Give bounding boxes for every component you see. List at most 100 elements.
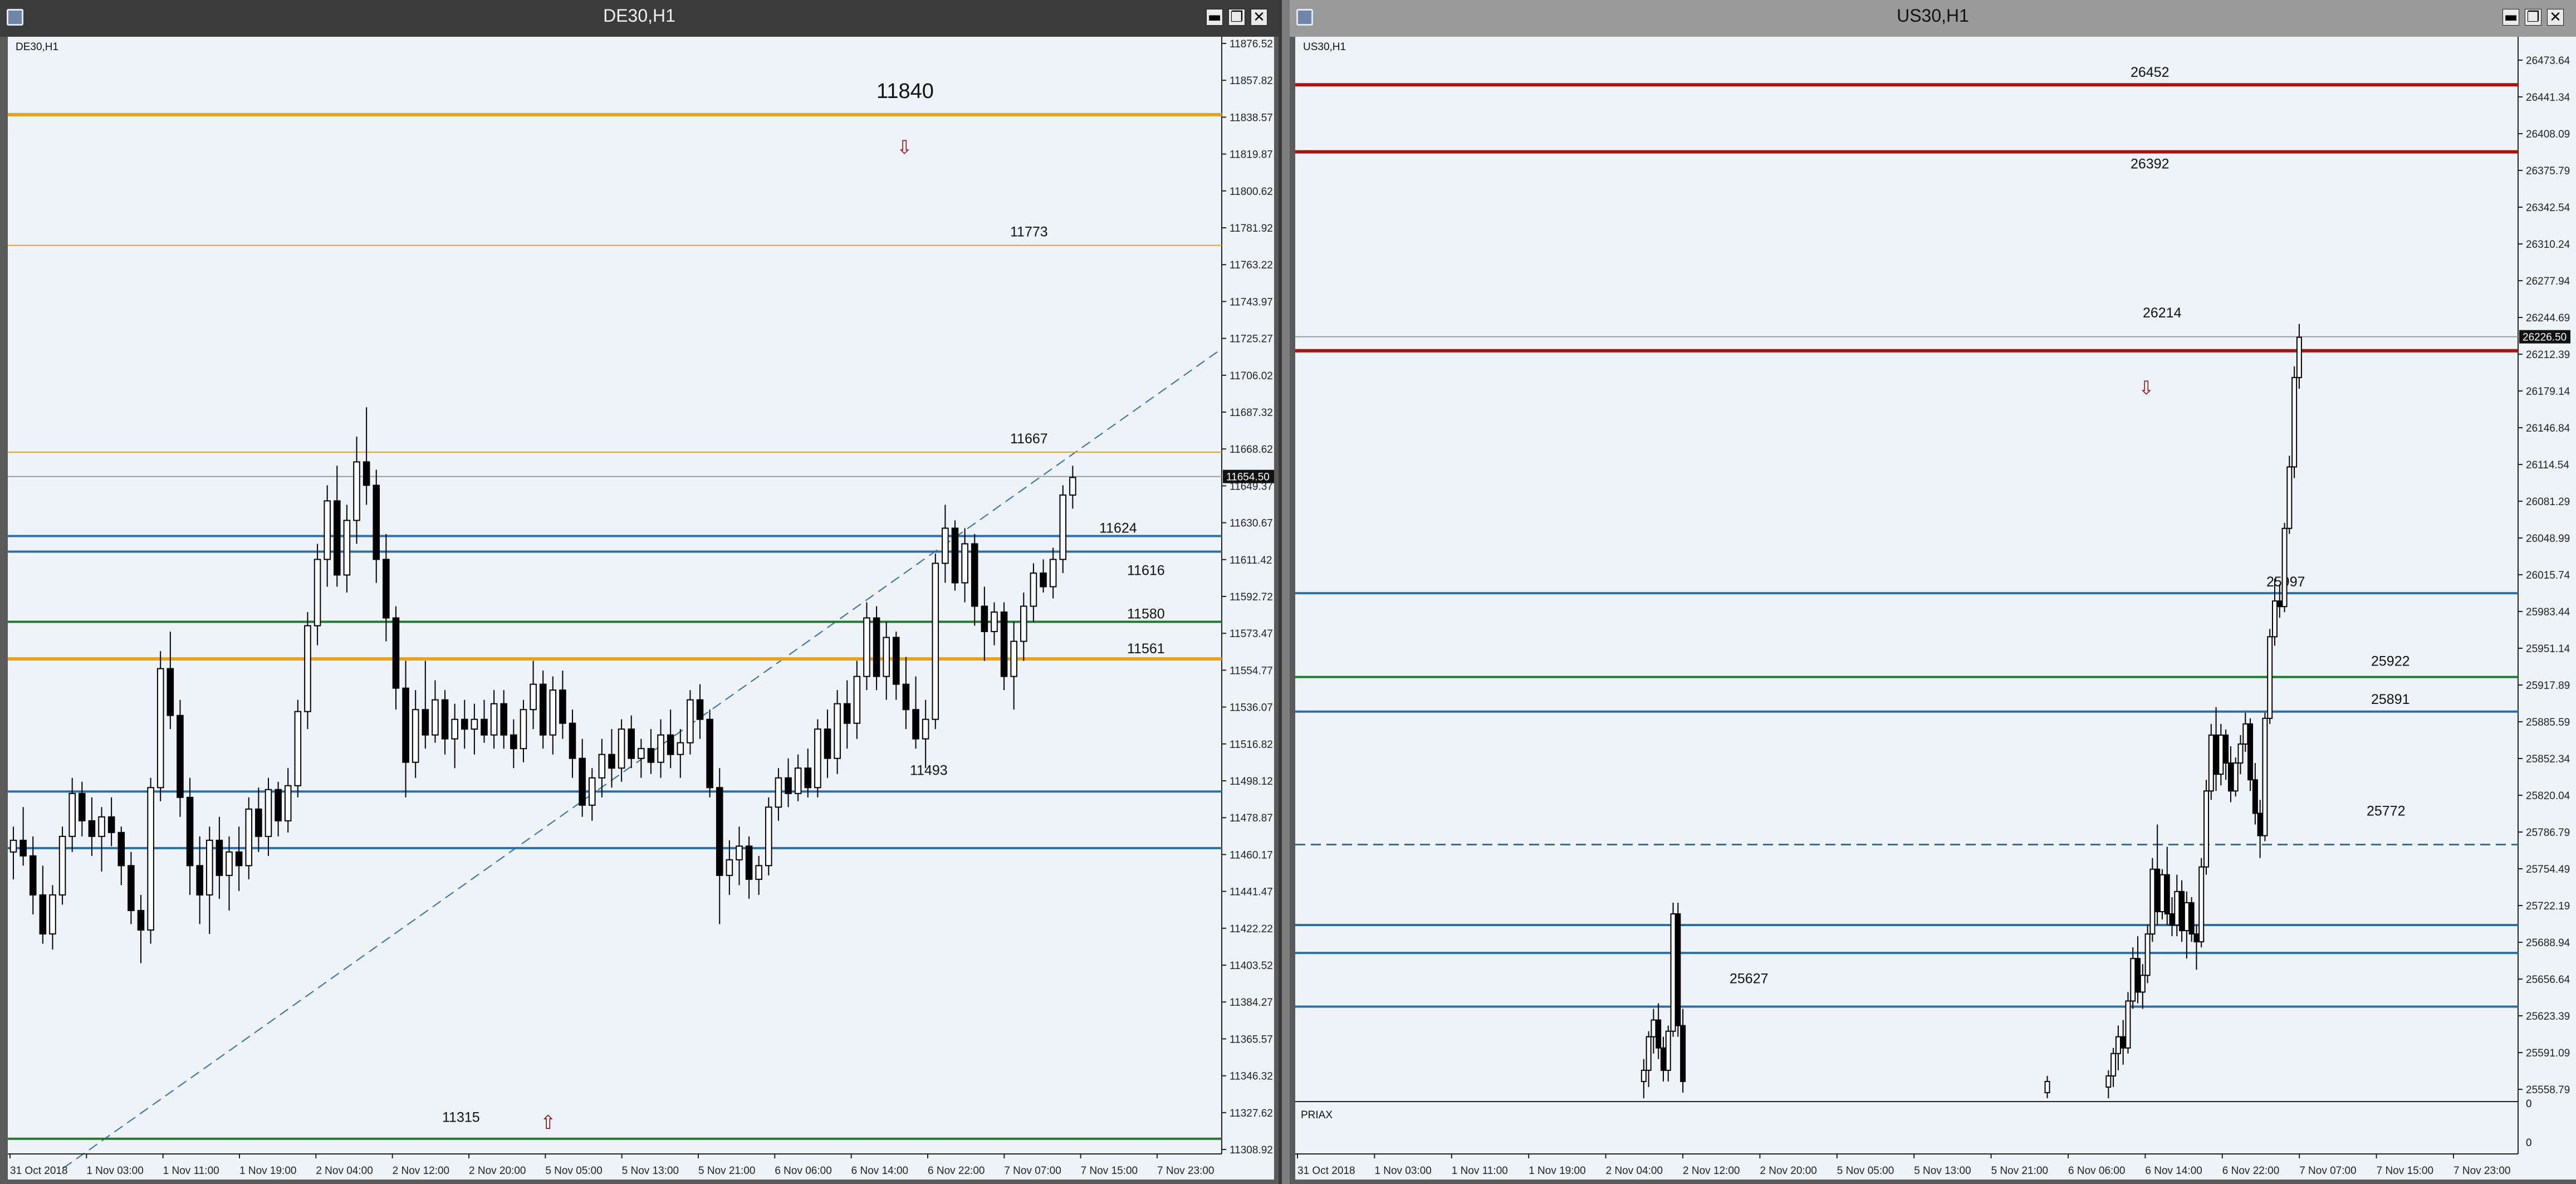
title-bar[interactable]: US30,H1 ▬ ❐ ✕ [1290, 0, 2576, 37]
chart-canvas[interactable]: 11876.52 11857.82 11838.57 11819.87 11800.62… [8, 37, 1274, 1180]
candle-body [2188, 902, 2195, 935]
candle-body [863, 617, 870, 677]
candle-body [373, 485, 380, 560]
candle-body [79, 792, 86, 821]
candle-body [49, 894, 56, 935]
restore-button[interactable]: ❐ [2525, 9, 2541, 26]
price-tick-label: 25983.44 [2526, 606, 2570, 618]
price-tick-label: 11554.77 [1230, 665, 1273, 677]
price-tick-label: 26114.54 [2526, 459, 2569, 471]
restore-button[interactable]: ❐ [1228, 9, 1245, 26]
candle-body [441, 699, 449, 740]
candle-body [304, 625, 311, 712]
candle-body [520, 709, 527, 750]
chart-window-us30[interactable]: US30,H1 ▬ ❐ ✕ 26473.64 26441.34 26408.09 26… [1290, 0, 2576, 1184]
candle-body [2130, 958, 2136, 1002]
level-label: 11773 [1010, 224, 1048, 240]
minimize-button[interactable]: ▬ [2502, 9, 2519, 26]
candle-body [156, 668, 164, 789]
candle-body [716, 787, 723, 876]
down-arrow-icon: ⇩ [897, 136, 913, 159]
candle-body [2267, 636, 2273, 719]
symbol-label: DE30,H1 [16, 41, 59, 53]
minimize-button[interactable]: ▬ [1206, 9, 1223, 26]
price-tick-label: 26473.64 [2526, 55, 2570, 67]
candle-body [2252, 779, 2258, 814]
price-tick-label: 11536.07 [1230, 702, 1273, 714]
candle-body [294, 711, 302, 786]
price-chart[interactable]: 26473.64 26441.34 26408.09 26375.79 26342.54… [1295, 37, 2576, 1180]
candle-body [853, 676, 861, 724]
close-button[interactable]: ✕ [2547, 9, 2564, 26]
level-label: 11561 [1127, 641, 1165, 657]
candle-body [1670, 913, 1676, 1032]
price-tick-label: 26342.54 [2526, 202, 2570, 214]
indicator-label: PRIAX [1301, 1109, 1333, 1121]
candle-body [166, 668, 174, 716]
candle-body [235, 851, 243, 867]
candle-body [1656, 1019, 1662, 1049]
candle-body [1645, 1036, 1652, 1071]
candle-body [2227, 762, 2234, 792]
candle-body [284, 785, 292, 821]
time-tick-label: 31 Oct 2018 [1297, 1165, 1355, 1177]
price-tick-label: 25688.94 [2526, 937, 2570, 949]
level-label: 25891 [2371, 692, 2410, 707]
candle-body [2139, 975, 2146, 993]
candle-body [255, 808, 262, 837]
close-button[interactable]: ✕ [1251, 9, 1267, 26]
price-tick-label: 11441.47 [1230, 887, 1273, 898]
candle-body [363, 461, 370, 486]
candle-body [1069, 477, 1076, 496]
indicator-max-label: 0 [2526, 1098, 2532, 1110]
level-label: 25772 [2367, 804, 2406, 819]
candle-body [2223, 734, 2229, 764]
candle-body [687, 699, 694, 743]
price-tick-label: 11403.52 [1230, 960, 1273, 972]
candle-body [2144, 933, 2151, 976]
candle-body [569, 722, 576, 759]
price-tick-label: 11592.72 [1230, 591, 1273, 603]
time-tick-label: 7 Nov 15:00 [2377, 1165, 2433, 1177]
candle-body [598, 754, 606, 779]
candle-body [765, 806, 772, 867]
candle-body [29, 855, 37, 896]
time-tick-label: 7 Nov 23:00 [2453, 1165, 2510, 1177]
candle-body [775, 777, 782, 808]
chart-window-de30[interactable]: DE30,H1 ▬ ❐ ✕ 11876.52 11857.82 11838.57 11… [0, 0, 1282, 1184]
candle-body [2110, 1053, 2117, 1077]
candle-body [1059, 494, 1067, 560]
candle-body [745, 845, 753, 880]
candle-body [2174, 891, 2180, 926]
candle-body [2125, 1000, 2131, 1049]
candle-body [2154, 868, 2161, 912]
chart-canvas[interactable]: 26473.64 26441.34 26408.09 26375.79 26342.54… [1295, 37, 2576, 1180]
candle-body [628, 728, 635, 759]
candle-body [2105, 1075, 2112, 1088]
symbol-label: US30,H1 [1303, 41, 1346, 53]
candle-body [2149, 868, 2156, 935]
candle-body [275, 789, 282, 821]
level-label: 25922 [2371, 654, 2410, 669]
level-label: 11840 [876, 80, 934, 103]
candle-body [843, 703, 851, 724]
candle-body [265, 789, 272, 837]
price-tick-label: 11422.22 [1230, 923, 1273, 935]
candle-body [677, 742, 684, 755]
candle-body [481, 718, 488, 736]
candle-body [2286, 466, 2293, 529]
price-tick-label: 11725.27 [1230, 334, 1273, 345]
candle-body [216, 839, 223, 876]
candle-body [647, 748, 655, 763]
candle-body [736, 845, 743, 860]
price-tick-label: 25951.14 [2526, 643, 2570, 655]
price-tick-label: 11819.87 [1230, 149, 1273, 161]
price-chart[interactable]: 11876.52 11857.82 11838.57 11819.87 11800.62… [8, 37, 1274, 1180]
price-tick-label: 11478.87 [1230, 813, 1273, 824]
level-label: 26392 [2131, 156, 2169, 172]
price-tick-label: 26212.39 [2526, 349, 2570, 361]
title-bar[interactable]: DE30,H1 ▬ ❐ ✕ [0, 0, 1279, 37]
time-tick-label: 5 Nov 21:00 [1991, 1165, 2048, 1177]
candle-body [991, 611, 998, 633]
candle-body [657, 734, 664, 763]
